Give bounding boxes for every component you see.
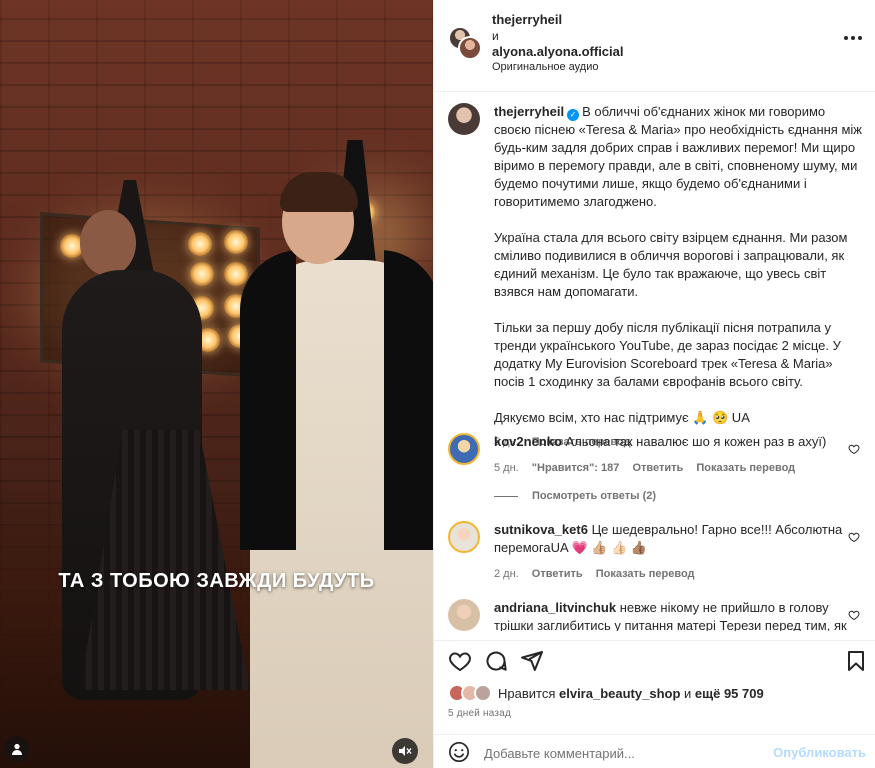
reply-button[interactable]: Ответить — [532, 568, 583, 580]
bulb — [224, 262, 248, 286]
likes-count[interactable]: ещё 95 709 — [695, 686, 764, 701]
view-replies-button[interactable]: Посмотреть ответы (2) — [494, 490, 656, 502]
comment-body: sutnikova_ket6 Це шедеврально! Гарно все… — [494, 521, 854, 583]
more-horizontal-icon — [844, 36, 848, 40]
bulb — [224, 230, 248, 254]
comment-meta: 5 дн. "Нравится": 187 Ответить Показать … — [494, 459, 854, 477]
bookmark-icon[interactable] — [844, 649, 868, 673]
likes-and: и — [684, 685, 692, 701]
comment-username[interactable]: sutnikova_ket6 — [494, 522, 588, 537]
person-icon — [12, 743, 22, 755]
post-actions-bar — [434, 640, 875, 676]
reel-video[interactable]: ТА З ТОБОЮ ЗАВЖДИ БУДУТЬ — [0, 0, 433, 768]
post-timestamp[interactable]: 5 дней назад — [448, 708, 511, 719]
comment-icon[interactable] — [484, 649, 508, 673]
video-caption-overlay: ТА З ТОБОЮ ЗАВЖДИ БУДУТЬ — [58, 570, 375, 592]
author-username[interactable]: thejerryheil — [492, 12, 624, 28]
post-header: thejerryheil и alyona.alyona.official Ор… — [434, 0, 875, 92]
avatar — [474, 684, 492, 702]
translate-link[interactable]: Показать перевод — [596, 568, 695, 580]
publish-button[interactable]: Опубликовать — [773, 745, 866, 760]
avatar[interactable] — [448, 521, 480, 553]
comment-meta: 2 дн. Ответить Показать перевод — [494, 565, 854, 583]
tagged-users-button[interactable] — [4, 736, 30, 762]
send-icon[interactable] — [520, 649, 544, 673]
like-comment-heart-icon[interactable] — [848, 443, 860, 455]
dot — [858, 36, 862, 40]
speaker-muted-icon — [399, 746, 412, 756]
author-avatars[interactable] — [448, 26, 482, 60]
comment-body: andriana_litvinchuk невже нікому не прий… — [494, 599, 854, 631]
caption-paragraph: Дякуємо всім, хто нас підтримує 🙏 🥺 UA — [494, 410, 750, 425]
heart-icon[interactable] — [448, 649, 472, 673]
bulb — [190, 262, 214, 286]
more-options-button[interactable] — [844, 34, 862, 42]
like-comment-heart-icon[interactable] — [848, 609, 860, 621]
comment-age: 2 дн. — [494, 568, 519, 580]
comment-text: Альона так навалює шо я кожен раз в ахуї… — [565, 434, 827, 449]
dot — [851, 36, 855, 40]
comment-input[interactable] — [484, 743, 764, 763]
author-username[interactable]: alyona.alyona.official — [492, 44, 624, 60]
caption-paragraph: Україна стала для всього світу взірцем є… — [494, 230, 848, 299]
comments-list[interactable]: thejerryheil ✓ В обличчі об'єднаних жінок … — [434, 93, 875, 631]
comment-body: kov2nenko Альона так навалює шо я кожен … — [494, 433, 854, 477]
comment-username[interactable]: kov2nenko — [494, 434, 562, 449]
avatar[interactable] — [448, 433, 480, 465]
singer-left-head — [80, 210, 136, 276]
caption-paragraph: Тільки за першу добу після публікації пі… — [494, 320, 841, 389]
authors-conjunction: и — [492, 29, 499, 43]
caption-paragraph: В обличчі об'єднаних жінок ми говоримо с… — [494, 104, 862, 209]
liker-username[interactable]: elvira_beauty_shop — [559, 686, 680, 701]
post-side-panel: thejerryheil и alyona.alyona.official Ор… — [433, 0, 875, 768]
liker-avatars[interactable] — [448, 684, 494, 702]
replies-divider — [494, 495, 518, 497]
likes-prefix: Нравится — [498, 685, 556, 701]
add-comment-bar: Опубликовать — [434, 734, 875, 768]
translate-link[interactable]: Показать перевод — [696, 462, 795, 474]
bulb — [188, 232, 212, 256]
avatar[interactable] — [448, 103, 480, 135]
comment-likes-count[interactable]: "Нравится": 187 — [532, 462, 620, 474]
post-authors: thejerryheil и alyona.alyona.official — [492, 12, 624, 60]
view-replies-label: Посмотреть ответы (2) — [532, 490, 657, 502]
comment-username[interactable]: andriana_litvinchuk — [494, 600, 616, 615]
audio-link[interactable]: Оригинальное аудио — [492, 61, 599, 73]
likes-summary: Нравится elvira_beauty_shop и ещё 95 709 — [448, 684, 764, 702]
singer-right-jacket — [240, 250, 433, 550]
avatar[interactable] — [458, 36, 482, 60]
mute-button[interactable] — [392, 738, 418, 764]
like-comment-heart-icon[interactable] — [848, 531, 860, 543]
reply-button[interactable]: Ответить — [632, 462, 683, 474]
caption-body: thejerryheil ✓ В обличчі об'єднаних жінок … — [494, 103, 864, 451]
caption-username[interactable]: thejerryheil — [494, 104, 564, 119]
verified-badge-icon: ✓ — [567, 109, 580, 121]
avatar[interactable] — [448, 599, 480, 631]
smiley-icon[interactable] — [448, 741, 470, 763]
comment-age: 5 дн. — [494, 462, 519, 474]
